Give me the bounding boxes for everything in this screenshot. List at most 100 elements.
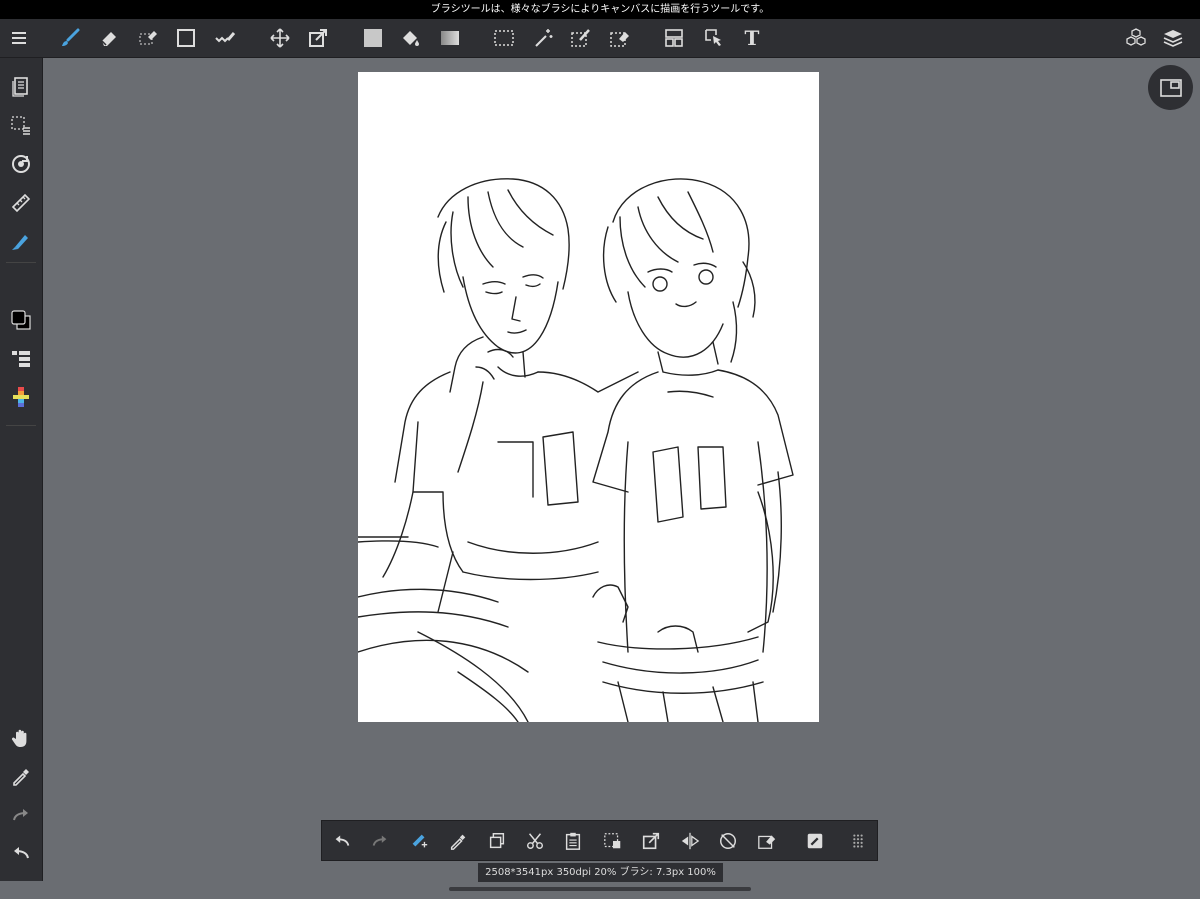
sidebar-divider — [6, 425, 36, 426]
flip-action-button[interactable] — [672, 821, 708, 860]
brush-settings-icon — [12, 235, 28, 250]
no-rotate-icon — [720, 832, 736, 849]
paste-icon — [565, 832, 581, 850]
bucket-tool-button[interactable] — [392, 19, 428, 57]
menu-icon — [12, 32, 26, 44]
hand-tool-button[interactable] — [0, 720, 42, 756]
eyedropper-icon — [13, 769, 29, 786]
correction-pen-icon — [215, 32, 236, 43]
ruler-button[interactable] — [0, 185, 42, 221]
layers-icon — [1163, 30, 1183, 47]
correction-tool-button[interactable] — [207, 19, 243, 57]
deselect-icon — [604, 832, 621, 848]
material-icon — [1126, 28, 1146, 46]
magic-wand-icon — [535, 29, 553, 47]
brush-icon — [62, 28, 80, 46]
home-indicator[interactable] — [449, 887, 751, 891]
selection-list-button[interactable] — [0, 107, 42, 143]
selection-list-icon — [11, 116, 30, 135]
rotate-canvas-button[interactable] — [0, 146, 42, 182]
brush-action-button[interactable] — [401, 821, 437, 860]
transform-tool-button[interactable] — [300, 19, 336, 57]
cut-action-button[interactable] — [517, 821, 553, 860]
brush-transform-icon — [412, 834, 428, 847]
frame-divider-icon — [665, 29, 683, 47]
text-tool-button[interactable]: T — [734, 19, 770, 57]
redo-action-button[interactable] — [362, 821, 398, 860]
color-palette-icon — [13, 387, 29, 407]
move-tool-button[interactable] — [262, 19, 298, 57]
redo-icon — [372, 835, 387, 846]
move-icon — [270, 28, 290, 48]
erase-selection-button[interactable] — [749, 821, 785, 860]
grip-dots-icon — [853, 833, 863, 848]
deselect-action-button[interactable] — [595, 821, 631, 860]
flip-horizontal-icon — [681, 832, 700, 849]
color-swatch-button[interactable] — [0, 302, 42, 338]
bar-grip-handle[interactable] — [840, 821, 876, 860]
left-sidebar — [0, 58, 43, 881]
undo-icon — [14, 847, 29, 859]
brush-tool-button[interactable] — [52, 19, 88, 57]
transform-action-button[interactable] — [633, 821, 669, 860]
transform-icon — [309, 29, 327, 47]
redo-icon — [13, 809, 28, 821]
select-pen-button[interactable] — [563, 19, 599, 57]
magic-wand-button[interactable] — [525, 19, 561, 57]
frame-divider-button[interactable] — [656, 19, 692, 57]
transform-icon — [642, 832, 660, 849]
material-button[interactable] — [1118, 19, 1154, 57]
color-swatch-icon — [11, 310, 31, 330]
eyedropper-icon — [450, 834, 466, 850]
eraser-icon — [101, 32, 116, 46]
canvas-info-readout: 2508*3541px 350dpi 20% ブラシ: 7.3px 100% — [478, 863, 723, 882]
navigator-button[interactable] — [1148, 65, 1193, 110]
object-selection-button[interactable] — [696, 19, 732, 57]
selection-eraser-icon — [139, 31, 157, 45]
drawing-canvas[interactable] — [358, 72, 819, 722]
copy-action-button[interactable] — [479, 821, 515, 860]
redo-button[interactable] — [0, 797, 42, 833]
brush-settings-button[interactable] — [0, 223, 42, 259]
paste-action-button[interactable] — [555, 821, 591, 860]
eraser-box-icon — [758, 835, 776, 849]
eyedropper-button[interactable] — [0, 758, 42, 794]
quick-action-bar — [321, 820, 878, 861]
edit-square-icon — [807, 833, 823, 848]
color-set-button[interactable] — [0, 341, 42, 377]
copy-icon — [489, 832, 505, 848]
hand-icon — [11, 729, 27, 747]
select-pen-icon — [571, 29, 590, 47]
text-tool-icon: T — [744, 26, 760, 50]
sidebar-divider — [6, 262, 36, 263]
select-eraser-button[interactable] — [602, 19, 638, 57]
marquee-selection-icon — [494, 30, 514, 46]
menu-button[interactable] — [1, 19, 37, 57]
color-history-button[interactable] — [0, 379, 42, 415]
clear-rotation-button[interactable] — [710, 821, 746, 860]
marquee-selection-button[interactable] — [486, 19, 522, 57]
navigator-icon — [1159, 78, 1182, 97]
rectangle-icon — [177, 29, 195, 47]
gradient-icon — [441, 31, 459, 45]
undo-action-button[interactable] — [324, 821, 360, 860]
page-manager-button[interactable] — [0, 68, 42, 104]
eraser-tool-button[interactable] — [91, 19, 127, 57]
rectangle-tool-button[interactable] — [168, 19, 204, 57]
gradient-tool-button[interactable] — [432, 19, 468, 57]
pages-icon — [12, 77, 28, 97]
color-set-icon — [12, 351, 30, 367]
layers-button[interactable] — [1155, 19, 1191, 57]
settings-action-button[interactable] — [797, 821, 833, 860]
status-hint: ブラシツールは、様々なブラシによりキャンバスに描画を行うツールです。 — [0, 0, 1200, 19]
selection-eraser-button[interactable] — [130, 19, 166, 57]
rotate-icon — [12, 155, 30, 173]
undo-button[interactable] — [0, 835, 42, 871]
eyedropper-action-button[interactable] — [440, 821, 476, 860]
sketch-artwork — [358, 178, 794, 722]
undo-icon — [335, 835, 350, 846]
bucket-icon — [403, 31, 419, 46]
fill-color-button[interactable] — [355, 19, 391, 57]
ruler-icon — [11, 193, 31, 213]
fill-color-icon — [364, 29, 382, 47]
